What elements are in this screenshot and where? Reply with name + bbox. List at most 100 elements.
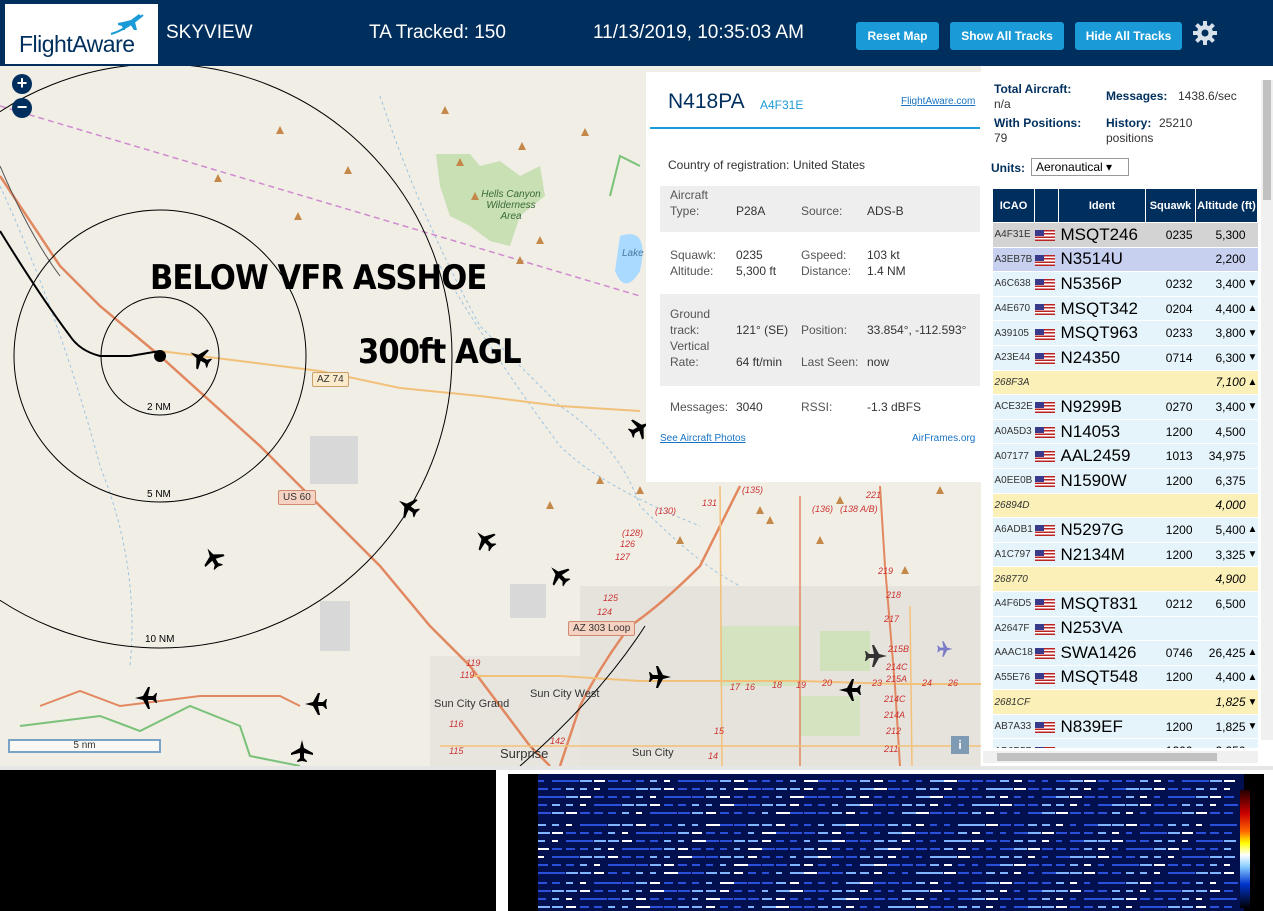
- zoom-in-button[interactable]: +: [12, 74, 32, 94]
- table-row[interactable]: A39105 MSQT963 0233 3,800 ▼: [992, 320, 1258, 346]
- table-row[interactable]: A6C638 N5356P 0232 3,400 ▼: [992, 271, 1258, 297]
- row-icao: A55E76: [992, 665, 1035, 691]
- table-row[interactable]: A0A5D3 N14053 1200 4,500: [992, 419, 1258, 445]
- table-row[interactable]: A07177 AAL2459 1013 34,975: [992, 443, 1258, 469]
- row-icao: A23E44: [992, 345, 1035, 371]
- table-row[interactable]: 268770 4,900: [992, 566, 1258, 592]
- us-flag-icon: [1034, 303, 1055, 315]
- aircraft-photos-link[interactable]: See Aircraft Photos: [660, 433, 746, 444]
- us-flag-icon: [1034, 549, 1055, 561]
- airframes-link[interactable]: AirFrames.org: [912, 433, 975, 444]
- messages-rate-label: Messages:: [1106, 89, 1168, 103]
- reset-map-button[interactable]: Reset Map: [856, 22, 939, 50]
- table-row[interactable]: A0EE0B N1590W 1200 6,375: [992, 468, 1258, 494]
- units-label: Units:: [991, 161, 1025, 175]
- country-value: United States: [793, 158, 866, 172]
- table-row[interactable]: AAAC18 SWA1426 0746 26,425 ▲: [992, 640, 1258, 666]
- table-row[interactable]: A4F6D5 MSQT831 0212 6,500: [992, 591, 1258, 617]
- table-row[interactable]: 2681CF 1,825 ▼: [992, 689, 1258, 715]
- row-icao: 268F3A: [992, 370, 1035, 396]
- place-sun-city-west: Sun City West: [530, 688, 600, 700]
- col-altitude[interactable]: Altitude (ft): [1195, 188, 1258, 223]
- table-row[interactable]: A3EB7B N3514U 2,200: [992, 247, 1258, 273]
- detail-ident: N418PA: [668, 90, 745, 113]
- row-altitude-trend: ▲: [1247, 296, 1258, 322]
- table-row[interactable]: AB6B57 12002,250▲: [992, 738, 1258, 748]
- info-button[interactable]: i: [951, 736, 969, 754]
- row-flag: [1034, 271, 1059, 297]
- flightaware-link[interactable]: FlightAware.com: [901, 96, 975, 107]
- table-row[interactable]: A4F31E MSQT246 0235 5,300: [992, 222, 1258, 248]
- row-flag: [1034, 419, 1059, 445]
- us-flag-icon: [1034, 353, 1055, 365]
- app-name: SKYVIEW: [166, 22, 253, 43]
- row-altitude: 1,825: [1195, 714, 1248, 740]
- row-altitude: 2,200: [1195, 247, 1248, 273]
- us-flag-icon: [1034, 648, 1055, 660]
- table-row[interactable]: 268F3A 7,100 ▲: [992, 370, 1258, 396]
- table-row[interactable]: A4E670 MSQT342 0204 4,400 ▲: [992, 296, 1258, 322]
- road-label-az303: AZ 303 Loop: [568, 621, 636, 636]
- table-row[interactable]: AB7A33 N839EF 1200 1,825 ▼: [992, 714, 1258, 740]
- row-icao: AAAC18: [992, 640, 1035, 666]
- detail-block-messages: Messages: 3040 RSSI: -1.3 dBFS: [670, 400, 922, 414]
- us-flag-icon: [1034, 328, 1055, 340]
- row-icao: A4E670: [992, 296, 1035, 322]
- row-icao: AB7A33: [992, 714, 1035, 740]
- units-select[interactable]: Aeronautical ▾: [1031, 158, 1129, 176]
- row-icao: A3EB7B: [992, 247, 1035, 273]
- table-row[interactable]: 26894D 4,000: [992, 493, 1258, 519]
- row-altitude: 34,975: [1195, 443, 1248, 469]
- row-icao: A39105: [992, 320, 1035, 346]
- distance-value: 1.4 NM: [867, 264, 906, 278]
- row-flag: [1034, 443, 1059, 469]
- row-icao: A4F31E: [992, 222, 1035, 248]
- clock: 11/13/2019, 10:35:03 AM: [593, 22, 804, 43]
- row-icao: A0A5D3: [992, 419, 1035, 445]
- row-altitude-trend: ▼: [1247, 271, 1258, 297]
- col-flag[interactable]: [1034, 188, 1059, 223]
- history-value: 25210: [1159, 116, 1193, 130]
- table-row[interactable]: ACE32E N9299B 0270 3,400 ▼: [992, 394, 1258, 420]
- us-flag-icon: [1034, 402, 1055, 414]
- row-squawk: [1145, 370, 1196, 396]
- place-sun-city-grand: Sun City Grand: [434, 698, 510, 710]
- zoom-out-button[interactable]: −: [12, 98, 32, 118]
- vrate-value: 64 ft/min: [736, 355, 783, 369]
- col-icao[interactable]: ICAO: [992, 188, 1035, 223]
- row-altitude-trend: [1247, 468, 1258, 494]
- us-flag-icon: [1034, 254, 1055, 266]
- table-row[interactable]: A6ADB1 N5297G 1200 5,400 ▲: [992, 517, 1258, 543]
- table-row[interactable]: A23E44 N24350 0714 6,300 ▼: [992, 345, 1258, 371]
- row-altitude-trend: ▼: [1247, 714, 1258, 740]
- row-flag: [1034, 222, 1059, 248]
- row-flag: [1034, 640, 1059, 666]
- bottom-area: [0, 766, 1273, 911]
- col-squawk[interactable]: Squawk: [1145, 188, 1196, 223]
- row-squawk: 0746: [1145, 640, 1196, 666]
- ta-tracked-count: TA Tracked: 150: [369, 22, 506, 43]
- col-ident[interactable]: Ident: [1058, 188, 1146, 223]
- gear-icon[interactable]: [1192, 20, 1218, 46]
- row-flag: [1034, 370, 1059, 396]
- scroll-thumb[interactable]: [1263, 80, 1271, 200]
- row-squawk: 1013: [1145, 443, 1196, 469]
- row-altitude-trend: ▼: [1247, 542, 1258, 568]
- aircraft-list-horizontal-scrollbar[interactable]: [983, 751, 1258, 763]
- show-all-tracks-button[interactable]: Show All Tracks: [950, 22, 1064, 50]
- ring-label-5nm: 5 NM: [146, 489, 172, 500]
- row-ident: [1058, 738, 1146, 748]
- row-icao: A1C797: [992, 542, 1035, 568]
- scroll-thumb[interactable]: [997, 753, 1217, 761]
- us-flag-icon: [1034, 623, 1055, 635]
- row-squawk: 1200: [1145, 714, 1196, 740]
- row-altitude: 5,400: [1195, 517, 1248, 543]
- table-row[interactable]: A2647F N253VA: [992, 616, 1258, 642]
- table-row[interactable]: A55E76 MSQT548 1200 4,400 ▲: [992, 665, 1258, 691]
- road-label-us60: US 60: [278, 490, 316, 505]
- flightaware-logo[interactable]: FlightAware: [5, 4, 158, 64]
- row-squawk: 0232: [1145, 271, 1196, 297]
- table-row[interactable]: A1C797 N2134M 1200 3,325 ▼: [992, 542, 1258, 568]
- hide-all-tracks-button[interactable]: Hide All Tracks: [1075, 22, 1182, 50]
- aircraft-list-vertical-scrollbar[interactable]: [1261, 80, 1273, 740]
